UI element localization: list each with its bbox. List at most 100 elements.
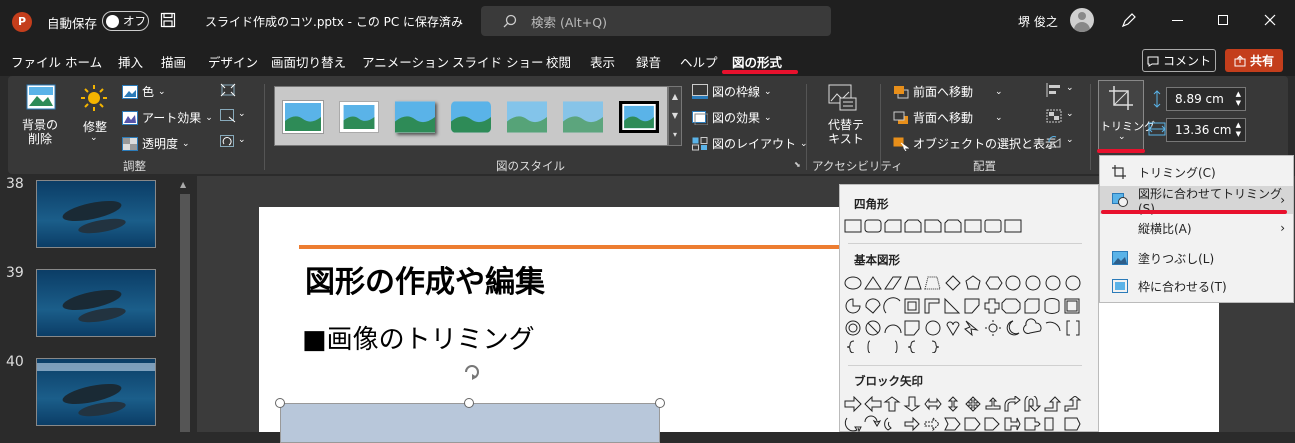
tab-animations[interactable]: アニメーション [362, 52, 449, 71]
tab-picture-format[interactable]: 図の形式 [732, 52, 782, 71]
color-button[interactable]: 色 ⌄ [122, 83, 166, 100]
resize-handle[interactable] [275, 398, 285, 408]
reset-picture-icon[interactable] [220, 135, 236, 149]
transparency-icon [122, 136, 138, 151]
thumbnail-scrollbar[interactable]: ▲ [177, 176, 193, 432]
menu-divider [848, 243, 1082, 244]
selected-picture[interactable] [280, 403, 660, 443]
slide-number: 40 [6, 354, 24, 370]
change-picture-icon[interactable] [220, 109, 236, 123]
picture-layout-button[interactable]: 図のレイアウト ⌄ [692, 135, 808, 152]
picture-effects-button[interactable]: 図の効果 ⌄ [692, 109, 772, 126]
ribbon-separator [264, 84, 265, 170]
crop-menu-item-crop[interactable]: トリミング(C) [1100, 158, 1293, 186]
block-arrows-grid[interactable] [844, 396, 1084, 432]
resize-handle[interactable] [464, 398, 474, 408]
slide-number: 38 [6, 176, 24, 192]
width-input[interactable]: 13.36 cm ▲ ▼ [1166, 118, 1246, 142]
send-backward-button[interactable]: 背面へ移動 ⌄ [893, 109, 1003, 126]
artistic-effects-button[interactable]: アート効果 ⌄ [122, 109, 213, 126]
avatar[interactable] [1070, 8, 1094, 32]
tab-insert[interactable]: 挿入 [118, 52, 143, 71]
crop-menu-item-aspect-ratio[interactable]: 縦横比(A) › [1100, 214, 1293, 242]
align-icon[interactable] [1046, 83, 1062, 97]
bring-forward-label: 前面へ移動 [913, 85, 974, 99]
height-input[interactable]: 8.89 cm ▲ ▼ [1166, 87, 1246, 111]
style-thumb[interactable] [395, 101, 435, 133]
search-placeholder: 検索 (Alt+Q) [531, 14, 607, 30]
picture-effects-label: 図の効果 [712, 111, 761, 125]
tab-help[interactable]: ヘルプ [680, 52, 718, 71]
tab-design[interactable]: デザイン [208, 52, 258, 71]
tab-review[interactable]: 校閲 [546, 52, 571, 71]
crop-menu-item-fit[interactable]: 枠に合わせる(T) [1100, 272, 1293, 300]
chevron-down-icon: ⌄ [238, 109, 246, 119]
compress-pictures-icon[interactable] [220, 83, 236, 97]
share-label: 共有 [1249, 54, 1274, 68]
basic-shapes-grid[interactable] [844, 275, 1084, 353]
crop-menu-label: 枠に合わせる(T) [1138, 279, 1227, 294]
rotate-handle-icon[interactable] [460, 360, 484, 384]
height-value: 8.89 cm [1175, 92, 1224, 106]
crop-to-shape-icon [1112, 193, 1128, 207]
slide-thumbnail[interactable] [36, 269, 156, 337]
artistic-effects-icon [122, 110, 138, 125]
tab-draw[interactable]: 描画 [161, 52, 186, 71]
share-button[interactable]: 共有 [1225, 49, 1283, 72]
document-title[interactable]: スライド作成のコツ.pptx - この PC に保存済み [205, 13, 463, 30]
pen-icon[interactable] [1120, 11, 1138, 29]
selection-pane-button[interactable]: オブジェクトの選択と表示 [893, 135, 1057, 152]
crop-dropdown-menu: トリミング(C) 図形に合わせてトリミング(S) › 縦横比(A) › 塗りつぶ… [1099, 155, 1294, 303]
bring-forward-button[interactable]: 前面へ移動 ⌄ [893, 83, 1003, 100]
tab-record[interactable]: 録音 [636, 52, 661, 71]
picture-border-button[interactable]: 図の枠線 ⌄ [692, 83, 772, 100]
maximize-icon[interactable] [1218, 15, 1228, 25]
style-thumb[interactable] [507, 101, 547, 133]
rotate-icon[interactable] [1046, 135, 1062, 149]
picture-styles-gallery[interactable] [274, 86, 668, 146]
resize-handle[interactable] [655, 398, 665, 408]
slide-thumbnail[interactable] [36, 358, 156, 426]
chevron-down-icon: ⌄ [238, 135, 246, 145]
bring-forward-icon [894, 85, 909, 98]
slide-bullet[interactable]: ■画像のトリミング [302, 319, 535, 356]
tab-view[interactable]: 表示 [590, 52, 615, 71]
fill-icon [1112, 251, 1128, 265]
save-icon[interactable] [160, 12, 176, 28]
style-thumb[interactable] [451, 101, 491, 133]
slide-title[interactable]: 図形の作成や編集 [305, 257, 545, 301]
tab-home[interactable]: ホーム [65, 52, 102, 71]
minimize-icon[interactable] [1172, 20, 1183, 21]
style-thumb[interactable] [563, 101, 603, 133]
autosave-toggle[interactable]: オフ [102, 11, 149, 31]
send-backward-icon [893, 111, 908, 124]
remove-background-button[interactable]: 背景の 削除 [22, 118, 58, 146]
group-objects-icon[interactable] [1046, 109, 1062, 123]
slide-thumbnail[interactable] [36, 180, 156, 248]
dialog-launcher-icon[interactable]: ⬊ [794, 160, 801, 169]
tab-file[interactable]: ファイル [11, 52, 61, 71]
color-label: 色 [142, 85, 155, 99]
comment-button[interactable]: コメント [1142, 49, 1216, 72]
alt-text-button[interactable]: 代替テ キスト [828, 118, 864, 146]
chevron-down-icon[interactable]: ⌄ [440, 13, 448, 24]
tab-slideshow[interactable]: スライド ショー [452, 52, 543, 71]
picture-border-label: 図の枠線 [712, 85, 761, 99]
group-adjust-label: 調整 [123, 159, 146, 173]
search-box[interactable]: 検索 (Alt+Q) [481, 6, 831, 36]
style-thumb[interactable] [619, 101, 659, 133]
crop-menu-item-fill[interactable]: 塗りつぶし(L) [1100, 244, 1293, 272]
autosave-state: オフ [123, 14, 146, 28]
shape-gallery-menu: 四角形 基本図形 ブロック矢印 [839, 184, 1099, 432]
color-icon [122, 84, 138, 99]
rectangle-shapes-row[interactable] [844, 219, 1024, 233]
gallery-scroll[interactable]: ▲ ▼ ▾ [668, 86, 682, 146]
share-icon [1234, 54, 1246, 66]
transparency-button[interactable]: 透明度 ⌄ [122, 135, 190, 152]
style-thumb[interactable] [339, 101, 379, 133]
style-thumb[interactable] [283, 101, 323, 133]
chevron-down-icon: ⌄ [1066, 83, 1074, 93]
close-icon[interactable] [1264, 14, 1276, 26]
tab-transitions[interactable]: 画面切り替え [271, 52, 346, 71]
chevron-down-icon: ⌄ [1118, 132, 1126, 142]
